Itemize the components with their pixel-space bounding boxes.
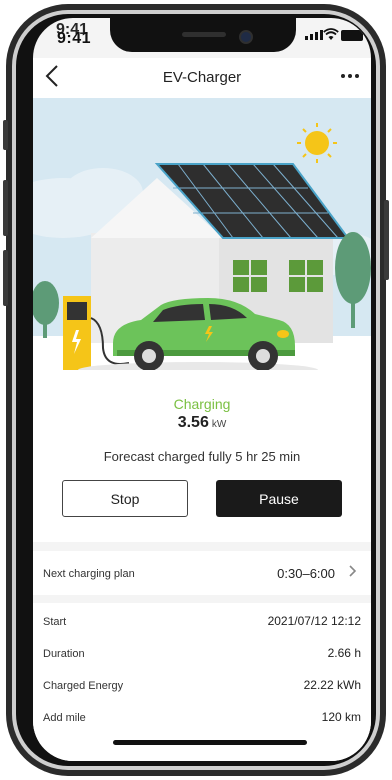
home-indicator[interactable] <box>113 740 307 745</box>
cellular-signal-icon <box>305 30 323 40</box>
plan-label: Next charging plan <box>43 568 135 580</box>
detail-label: Charged Energy <box>43 680 124 692</box>
volume-up-button <box>3 180 8 236</box>
mute-switch <box>3 120 8 150</box>
battery-icon <box>341 30 363 41</box>
detail-row-duration: Duration 2.66 h <box>33 639 371 671</box>
screen: 9:41 9:41 EV-Charger Charging 3.56 kW Fo… <box>33 18 371 761</box>
plan-value: 0:30–6:00 <box>277 566 335 581</box>
chevron-right-icon <box>349 564 357 580</box>
page-title: EV-Charger <box>162 69 242 86</box>
status-time: 9:41 <box>57 30 92 47</box>
detail-value: 2021/07/12 12:12 <box>267 614 361 628</box>
detail-row-charged-energy: Charged Energy 22.22 kWh <box>33 671 371 703</box>
detail-value: 120 km <box>321 710 361 724</box>
next-charging-plan-row[interactable]: Next charging plan 0:30–6:00 <box>33 551 371 595</box>
charging-power: 3.56 kW <box>33 414 371 432</box>
detail-row-start: Start 2021/07/12 12:12 <box>33 607 371 639</box>
more-horizontal-icon[interactable] <box>339 62 361 90</box>
forecast-text: Forecast charged fully 5 hr 25 min <box>103 449 301 464</box>
charging-illustration <box>33 98 371 370</box>
detail-value: 22.22 kWh <box>303 678 361 692</box>
detail-label: Start <box>43 616 67 628</box>
charging-power-value: 3.56 <box>177 414 209 431</box>
ev-charging-house-illustration <box>33 98 371 370</box>
detail-label: Duration <box>43 648 85 660</box>
stop-button[interactable]: Stop <box>62 480 188 517</box>
power-button <box>384 200 389 280</box>
charging-details: Start 2021/07/12 12:12 Duration 2.66 h C… <box>33 603 371 761</box>
charging-status: Charging <box>173 396 231 412</box>
charging-power-unit: kW <box>211 419 227 430</box>
pause-button[interactable]: Pause <box>216 480 342 517</box>
detail-value: 2.66 h <box>327 646 361 660</box>
status-bar: 9:41 9:41 <box>33 18 371 58</box>
phone-frame: 9:41 9:41 EV-Charger Charging 3.56 kW Fo… <box>0 0 392 780</box>
volume-down-button <box>3 250 8 306</box>
detail-row-add-mile: Add mile 120 km <box>33 703 371 735</box>
detail-label: Add mile <box>43 712 86 724</box>
wifi-icon <box>323 28 339 44</box>
nav-header: EV-Charger <box>33 58 371 98</box>
